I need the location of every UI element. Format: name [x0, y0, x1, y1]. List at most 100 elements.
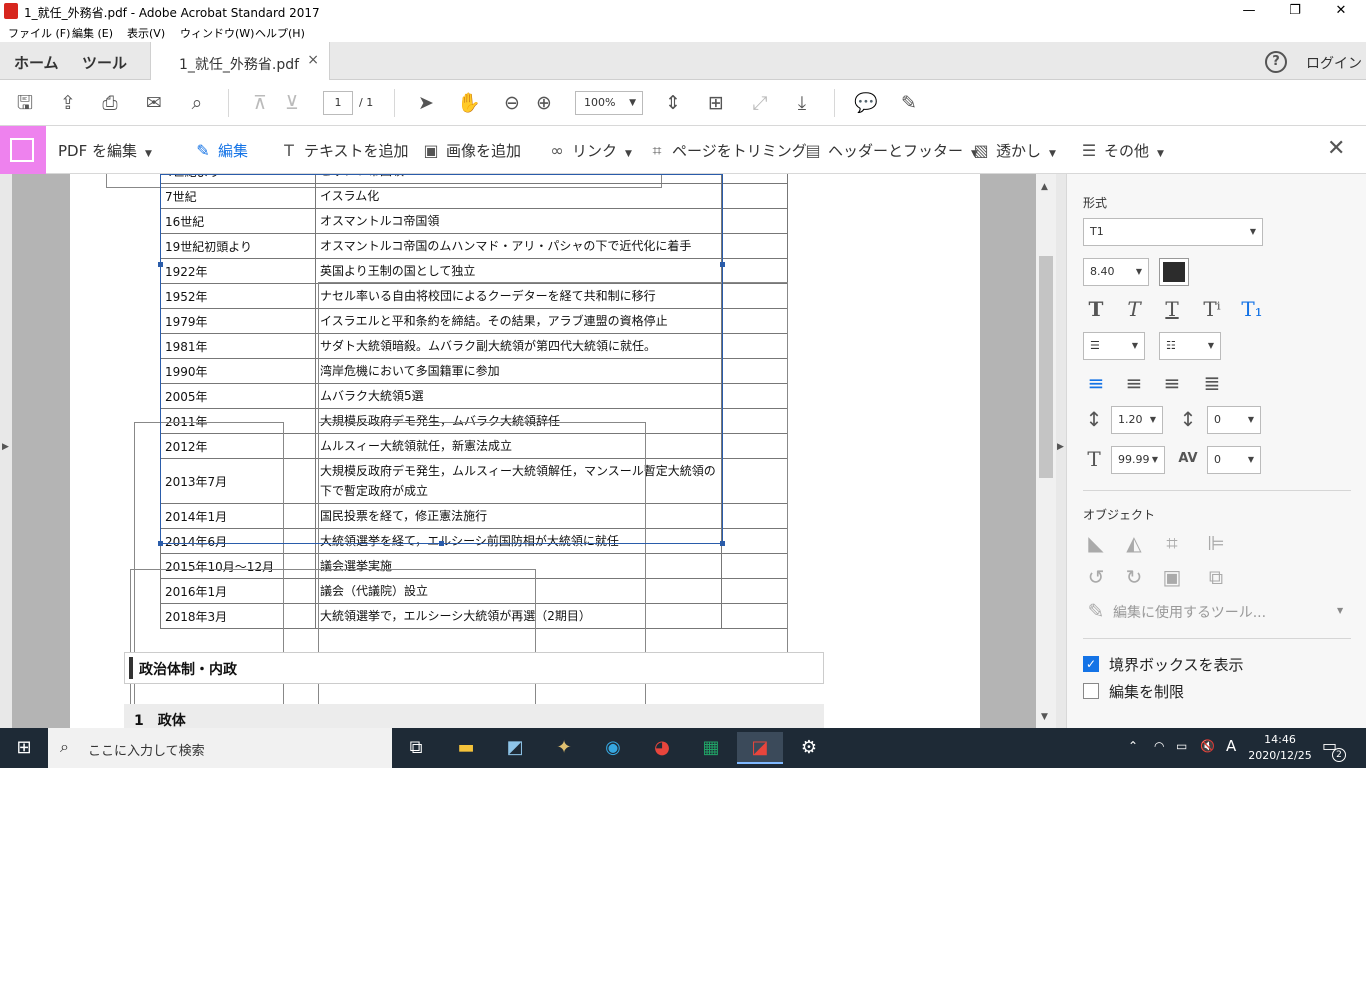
left-panel-toggle[interactable]: ▶ [0, 174, 12, 728]
text-color-swatch[interactable] [1159, 258, 1189, 286]
superscript-icon[interactable]: Tⁱ [1199, 296, 1225, 322]
vertical-scrollbar[interactable]: ▲ ▼ [1036, 174, 1056, 728]
help-icon[interactable]: ? [1265, 51, 1287, 73]
align-left-icon[interactable]: ≡ [1083, 370, 1109, 396]
line-spacing-select[interactable]: 1.20 ▼ [1111, 406, 1163, 434]
rotate-right-icon[interactable]: ↻ [1121, 564, 1147, 590]
selected-text-box[interactable] [160, 174, 723, 544]
flip-horizontal-icon[interactable]: ◭ [1121, 530, 1147, 556]
comment-icon[interactable]: 💬 [854, 91, 878, 115]
numbered-list-select[interactable]: ☷ ▼ [1159, 332, 1221, 360]
app-icon[interactable]: ◩ [492, 732, 538, 764]
menu-window[interactable]: ウィンドウ(W) [180, 25, 254, 41]
chevron-down-icon[interactable]: ▼ [1337, 606, 1343, 615]
font-size-select[interactable]: 8.40 ▼ [1083, 258, 1149, 286]
zoom-out-icon[interactable]: ⊖ [500, 91, 524, 115]
chrome-browser-icon[interactable]: ◕ [639, 732, 685, 764]
edit-pdf-dropdown[interactable]: PDF を編集 ▼ [58, 140, 152, 161]
menu-file[interactable]: ファイル (F) [8, 25, 70, 41]
scroll-down-icon[interactable]: ▼ [1041, 712, 1048, 722]
upload-icon[interactable]: ⇪ [56, 91, 80, 115]
edit-with-tool-label[interactable]: 編集に使用するツール... [1113, 602, 1266, 622]
fit-page-icon[interactable]: ⊞ [704, 91, 728, 115]
edit-pdf-tool-icon[interactable] [0, 126, 46, 174]
rotate-left-icon[interactable]: ↺ [1083, 564, 1109, 590]
zoom-in-icon[interactable]: ⊕ [532, 91, 556, 115]
task-view-icon[interactable]: ⧉ [393, 732, 439, 764]
add-image-button[interactable]: ▣ 画像を追加 [420, 140, 521, 161]
next-page-icon[interactable]: ⊻ [280, 91, 304, 115]
justify-icon[interactable]: ≣ [1199, 370, 1225, 396]
print-icon[interactable]: ⎙ [98, 91, 122, 115]
maximize-button[interactable]: ❐ [1272, 0, 1318, 22]
group-objects-icon[interactable]: ⧉ [1203, 564, 1229, 590]
volume-muted-icon[interactable]: 🔇 [1200, 739, 1215, 753]
watermark-button[interactable]: ▧ 透かし ▼ [970, 140, 1056, 161]
minimize-button[interactable]: — [1226, 0, 1272, 22]
horizontal-scale-select[interactable]: 99.99 ▼ [1111, 446, 1165, 474]
chevron-up-icon[interactable]: ⌃ [1128, 739, 1138, 753]
flip-vertical-icon[interactable]: ◣ [1083, 530, 1109, 556]
hand-tool-icon[interactable]: ✋ [457, 91, 481, 115]
edit-button[interactable]: ✎ 編集 [192, 140, 248, 161]
show-bbox-checkbox[interactable]: ✓ [1083, 656, 1099, 672]
taskbar-search-box[interactable]: ⌕ ここに入力して検索 [48, 728, 392, 768]
add-text-button[interactable]: T テキストを追加 [278, 140, 408, 161]
acrobat-taskbar-icon[interactable]: ◪ [737, 732, 783, 764]
email-icon[interactable]: ✉ [142, 91, 166, 115]
resize-handle[interactable] [439, 541, 444, 546]
more-button[interactable]: ☰ その他 ▼ [1078, 140, 1164, 161]
subscript-icon[interactable]: T₁ [1239, 296, 1265, 322]
replace-image-icon[interactable]: ▣ [1159, 564, 1185, 590]
resize-handle[interactable] [720, 262, 725, 267]
scroll-mode-icon[interactable]: ⇕ [661, 91, 685, 115]
read-mode-icon[interactable]: ⤓ [790, 91, 814, 115]
tab-document[interactable]: 1_就任_外務省.pdf × [150, 42, 330, 80]
edge-browser-icon[interactable]: ◉ [590, 732, 636, 764]
login-button[interactable]: ログイン [1306, 53, 1362, 73]
menu-view[interactable]: 表示(V) [127, 25, 165, 41]
resize-handle[interactable] [720, 541, 725, 546]
full-screen-icon[interactable]: ⤢ [748, 91, 772, 115]
network-icon[interactable]: ◠ [1154, 739, 1164, 753]
zoom-level-select[interactable]: 100% ▼ [575, 91, 643, 115]
scroll-thumb[interactable] [1039, 256, 1053, 478]
paint-icon[interactable]: ✦ [541, 732, 587, 764]
align-right-icon[interactable]: ≡ [1159, 370, 1185, 396]
search-icon[interactable]: ⌕ [185, 91, 209, 115]
select-cursor-icon[interactable]: ➤ [414, 91, 438, 115]
highlight-pen-icon[interactable]: ✎ [897, 91, 921, 115]
tab-tools[interactable]: ツール [82, 52, 127, 73]
document-area[interactable]: ▶ 4世紀よりビザンツ帝国領7世紀イスラム化16世紀オスマントルコ帝国領19世紀… [0, 174, 1066, 728]
resize-handle[interactable] [158, 541, 163, 546]
settings-gear-icon[interactable]: ⚙ [786, 732, 832, 764]
save-icon[interactable]: 🖫 [13, 91, 37, 115]
arrange-objects-icon[interactable]: ⊫ [1203, 530, 1229, 556]
close-edit-toolbar-icon[interactable]: ✕ [1327, 136, 1345, 161]
taskbar-clock[interactable]: 14:46 2020/12/25 [1244, 732, 1316, 764]
align-center-icon[interactable]: ≡ [1121, 370, 1147, 396]
italic-icon[interactable]: T [1121, 296, 1147, 322]
excel-icon[interactable]: ▦ [688, 732, 734, 764]
restrict-edit-checkbox[interactable] [1083, 683, 1099, 699]
windows-start-icon[interactable]: ⊞ [0, 728, 48, 768]
underline-icon[interactable]: T [1159, 296, 1185, 322]
crop-page-button[interactable]: ⌗ ページをトリミング [646, 140, 806, 161]
bold-icon[interactable]: T [1083, 296, 1109, 322]
link-button[interactable]: ∞ リンク ▼ [546, 140, 632, 161]
close-tab-icon[interactable]: × [307, 52, 319, 68]
right-panel-toggle[interactable]: ▶ [1056, 174, 1066, 728]
header-footer-button[interactable]: ▤ ヘッダーとフッター ▼ [802, 140, 978, 161]
character-spacing-select[interactable]: 0 ▼ [1207, 446, 1261, 474]
pdf-page[interactable]: 4世紀よりビザンツ帝国領7世紀イスラム化16世紀オスマントルコ帝国領19世紀初頭… [70, 174, 980, 728]
scroll-up-icon[interactable]: ▲ [1041, 182, 1048, 192]
page-number-input[interactable]: 1 [323, 91, 353, 115]
crop-image-icon[interactable]: ⌗ [1159, 530, 1185, 556]
tab-home[interactable]: ホーム [14, 52, 59, 73]
bullet-list-select[interactable]: ☰ ▼ [1083, 332, 1145, 360]
previous-page-icon[interactable]: ⊼ [248, 91, 272, 115]
menu-help[interactable]: ヘルプ(H) [255, 25, 305, 41]
resize-handle[interactable] [158, 262, 163, 267]
close-window-button[interactable]: ✕ [1318, 0, 1364, 22]
menu-edit[interactable]: 編集 (E) [72, 25, 113, 41]
